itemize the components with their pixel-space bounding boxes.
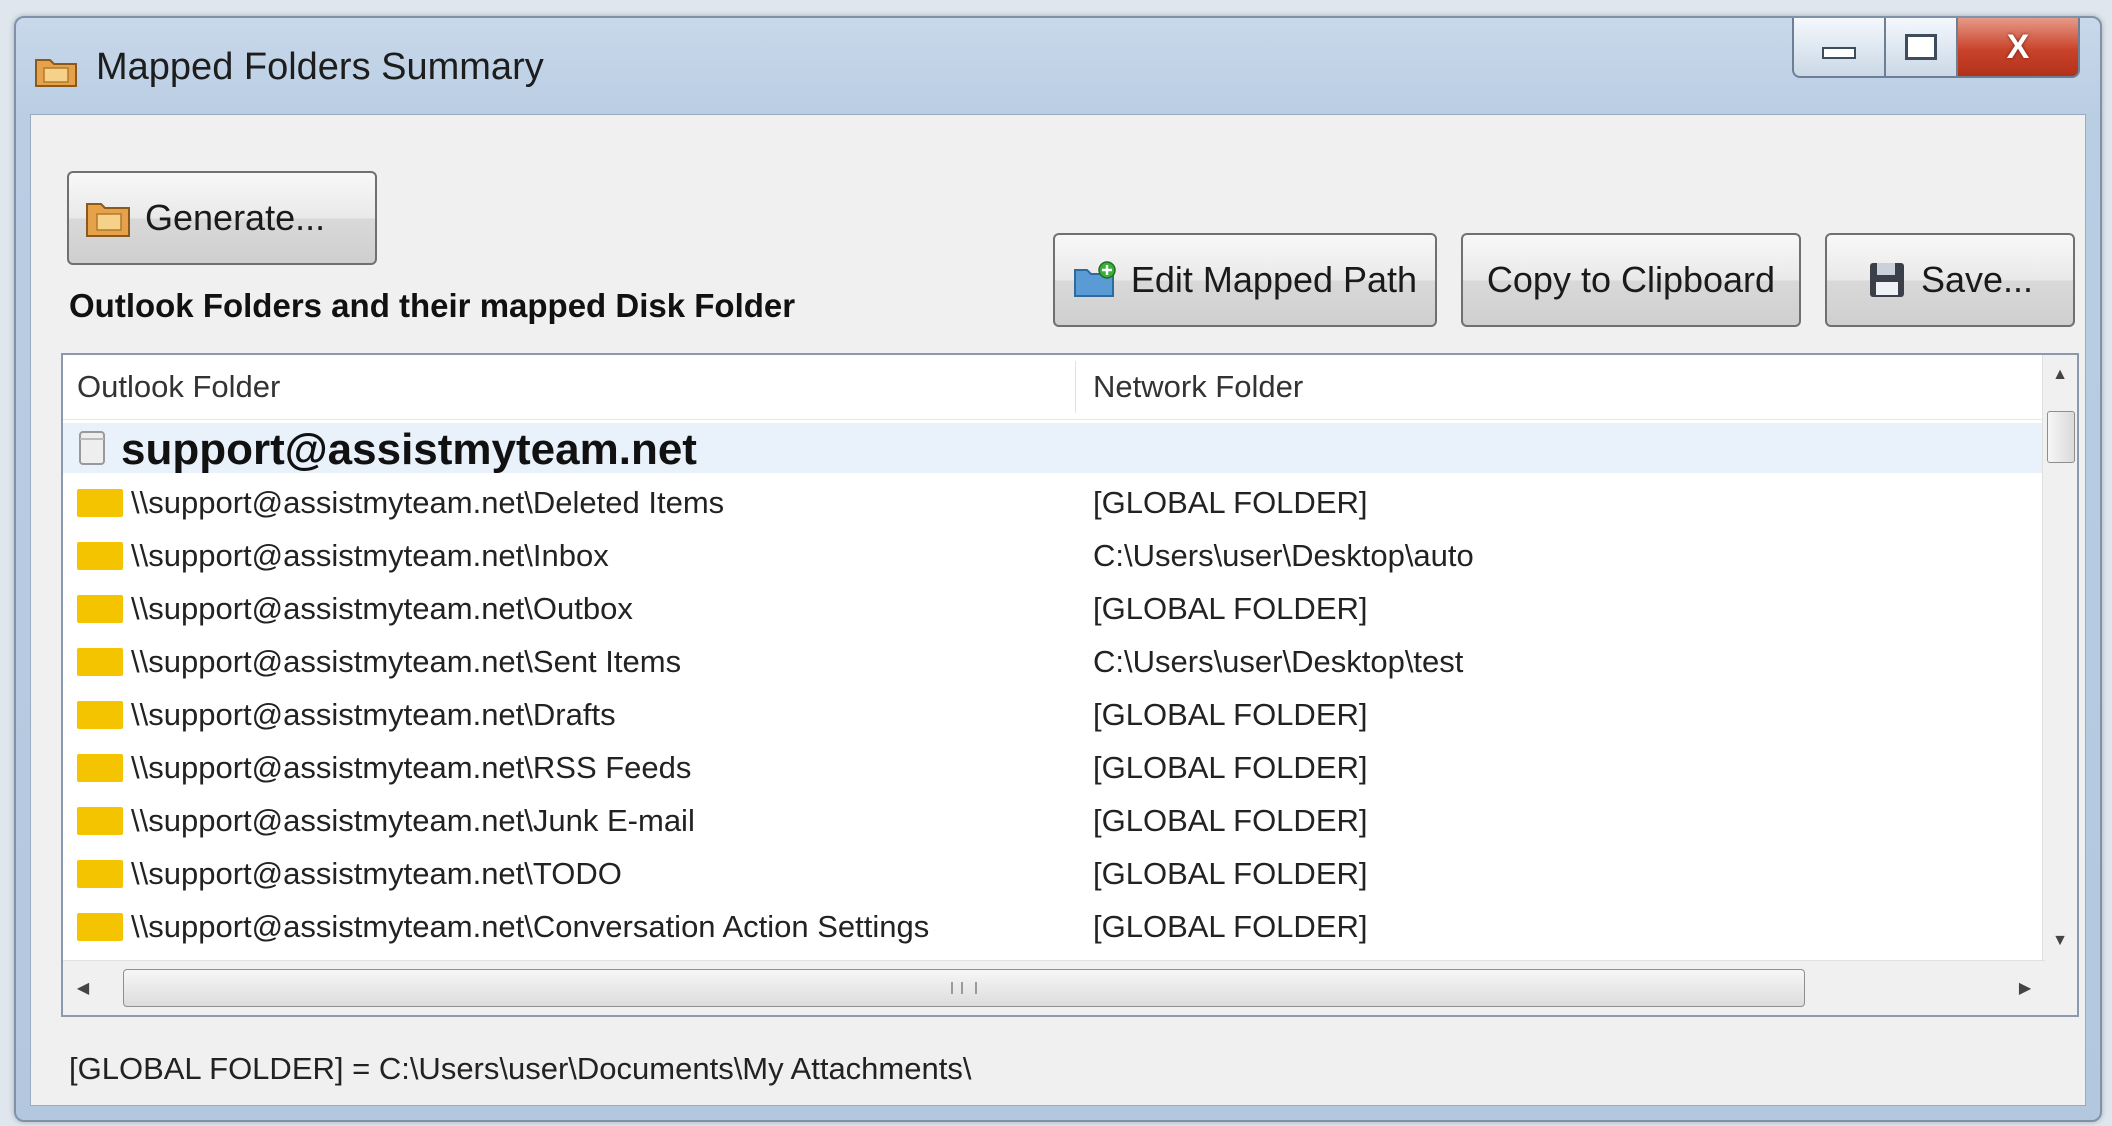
grip-icon bbox=[951, 982, 977, 994]
maximize-button[interactable] bbox=[1886, 18, 1958, 78]
global-folder-legend: [GLOBAL FOLDER] = C:\Users\user\Document… bbox=[69, 1051, 972, 1086]
outlook-folder-cell: \\support@assistmyteam.net\TODO bbox=[131, 856, 622, 891]
maximize-icon bbox=[1905, 34, 1937, 60]
window-client-area: Generate... Edit Mapped Path Copy to Cli… bbox=[30, 114, 2086, 1106]
vertical-scrollbar[interactable]: ▲ ▼ bbox=[2042, 355, 2077, 961]
generate-label: Generate... bbox=[145, 197, 326, 238]
outlook-folder-cell: \\support@assistmyteam.net\Drafts bbox=[131, 697, 616, 732]
network-folder-cell: [GLOBAL FOLDER] bbox=[1093, 856, 1368, 891]
folder-icon bbox=[77, 595, 123, 623]
table-row[interactable]: \\support@assistmyteam.net\TODO [GLOBAL … bbox=[63, 848, 2045, 901]
table-row[interactable]: \\support@assistmyteam.net\Inbox C:\User… bbox=[63, 530, 2045, 583]
horizontal-scrollbar[interactable]: ◀ ▶ bbox=[63, 960, 2045, 1015]
vertical-scroll-thumb[interactable] bbox=[2047, 411, 2075, 463]
save-button[interactable]: Save... bbox=[1825, 233, 2075, 327]
table-row[interactable]: \\support@assistmyteam.net\Outbox [GLOBA… bbox=[63, 583, 2045, 636]
minimize-icon bbox=[1822, 47, 1856, 59]
table-row[interactable]: \\support@assistmyteam.net\RSS Feeds [GL… bbox=[63, 742, 2045, 795]
copy-to-clipboard-label: Copy to Clipboard bbox=[1486, 259, 1776, 300]
table-row[interactable]: \\support@assistmyteam.net\Deleted Items… bbox=[63, 477, 2045, 530]
table-row[interactable]: \\support@assistmyteam.net\Sent Items C:… bbox=[63, 636, 2045, 689]
scroll-left-icon[interactable]: ◀ bbox=[63, 961, 103, 1015]
folder-icon bbox=[86, 203, 130, 237]
network-folder-cell: C:\Users\user\Desktop\auto bbox=[1093, 538, 1474, 573]
outlook-folder-cell: \\support@assistmyteam.net\Conversation … bbox=[131, 909, 930, 944]
group-row-account[interactable]: support@assistmyteam.net bbox=[63, 423, 2045, 474]
folder-icon bbox=[77, 489, 123, 517]
network-folder-cell: [GLOBAL FOLDER] bbox=[1093, 803, 1368, 838]
mapped-folders-window: Mapped Folders Summary X Generate... Edi… bbox=[14, 16, 2102, 1122]
window-controls: X bbox=[1792, 18, 2080, 78]
column-header-outlook-folder[interactable]: Outlook Folder bbox=[77, 369, 280, 405]
close-button[interactable]: X bbox=[1958, 18, 2080, 78]
column-header-network-folder[interactable]: Network Folder bbox=[1093, 369, 1303, 405]
network-folder-cell: [GLOBAL FOLDER] bbox=[1093, 591, 1368, 626]
scroll-right-icon[interactable]: ▶ bbox=[2005, 961, 2045, 1015]
edit-mapped-path-label: Edit Mapped Path bbox=[1130, 259, 1418, 300]
outlook-folder-cell: \\support@assistmyteam.net\RSS Feeds bbox=[131, 750, 692, 785]
table-row[interactable]: \\support@assistmyteam.net\Conversation … bbox=[63, 901, 2045, 954]
folder-add-icon bbox=[1073, 261, 1116, 297]
scrollbar-corner bbox=[2043, 961, 2077, 1015]
table-row[interactable]: \\support@assistmyteam.net\Drafts [GLOBA… bbox=[63, 689, 2045, 742]
outlook-folder-cell: \\support@assistmyteam.net\Inbox bbox=[131, 538, 609, 573]
outlook-folder-cell: \\support@assistmyteam.net\Deleted Items bbox=[131, 485, 725, 520]
folder-icon bbox=[77, 542, 123, 570]
close-icon: X bbox=[2006, 27, 2030, 66]
section-label: Outlook Folders and their mapped Disk Fo… bbox=[69, 287, 796, 324]
folder-icon bbox=[77, 913, 123, 941]
table-row[interactable]: \\support@assistmyteam.net\Junk E-mail [… bbox=[63, 795, 2045, 848]
folder-icon bbox=[77, 701, 123, 729]
folder-icon bbox=[77, 754, 123, 782]
network-folder-cell: C:\Users\user\Desktop\test bbox=[1093, 644, 1464, 679]
copy-to-clipboard-button[interactable]: Copy to Clipboard bbox=[1461, 233, 1801, 327]
horizontal-scroll-thumb[interactable] bbox=[123, 969, 1805, 1007]
folder-icon bbox=[77, 807, 123, 835]
network-folder-cell: [GLOBAL FOLDER] bbox=[1093, 485, 1368, 520]
mailbox-icon bbox=[79, 431, 105, 465]
folder-icon bbox=[77, 860, 123, 888]
outlook-folder-cell: \\support@assistmyteam.net\Outbox bbox=[131, 591, 633, 626]
network-folder-cell: [GLOBAL FOLDER] bbox=[1093, 697, 1368, 732]
folder-icon bbox=[77, 648, 123, 676]
network-folder-cell: [GLOBAL FOLDER] bbox=[1093, 750, 1368, 785]
network-folder-cell: [GLOBAL FOLDER] bbox=[1093, 909, 1368, 944]
list-header: Outlook Folder Network Folder bbox=[63, 355, 2045, 420]
save-label: Save... bbox=[1920, 259, 2034, 300]
floppy-disk-icon bbox=[1869, 263, 1904, 297]
group-label: support@assistmyteam.net bbox=[121, 425, 697, 474]
scroll-up-icon[interactable]: ▲ bbox=[2043, 355, 2077, 395]
title-bar[interactable]: Mapped Folders Summary X bbox=[16, 18, 2100, 114]
minimize-button[interactable] bbox=[1792, 18, 1886, 78]
window-title: Mapped Folders Summary bbox=[96, 46, 544, 88]
column-divider[interactable] bbox=[1075, 361, 1076, 413]
outlook-folder-cell: \\support@assistmyteam.net\Sent Items bbox=[131, 644, 682, 679]
folder-icon bbox=[35, 59, 77, 87]
list-rows: \\support@assistmyteam.net\Deleted Items… bbox=[63, 477, 2045, 954]
outlook-folder-cell: \\support@assistmyteam.net\Junk E-mail bbox=[131, 803, 695, 838]
edit-mapped-path-button[interactable]: Edit Mapped Path bbox=[1053, 233, 1437, 327]
mapped-folders-list[interactable]: Outlook Folder Network Folder support@as… bbox=[61, 353, 2079, 1017]
scroll-down-icon[interactable]: ▼ bbox=[2043, 921, 2077, 961]
generate-button[interactable]: Generate... bbox=[67, 171, 377, 265]
